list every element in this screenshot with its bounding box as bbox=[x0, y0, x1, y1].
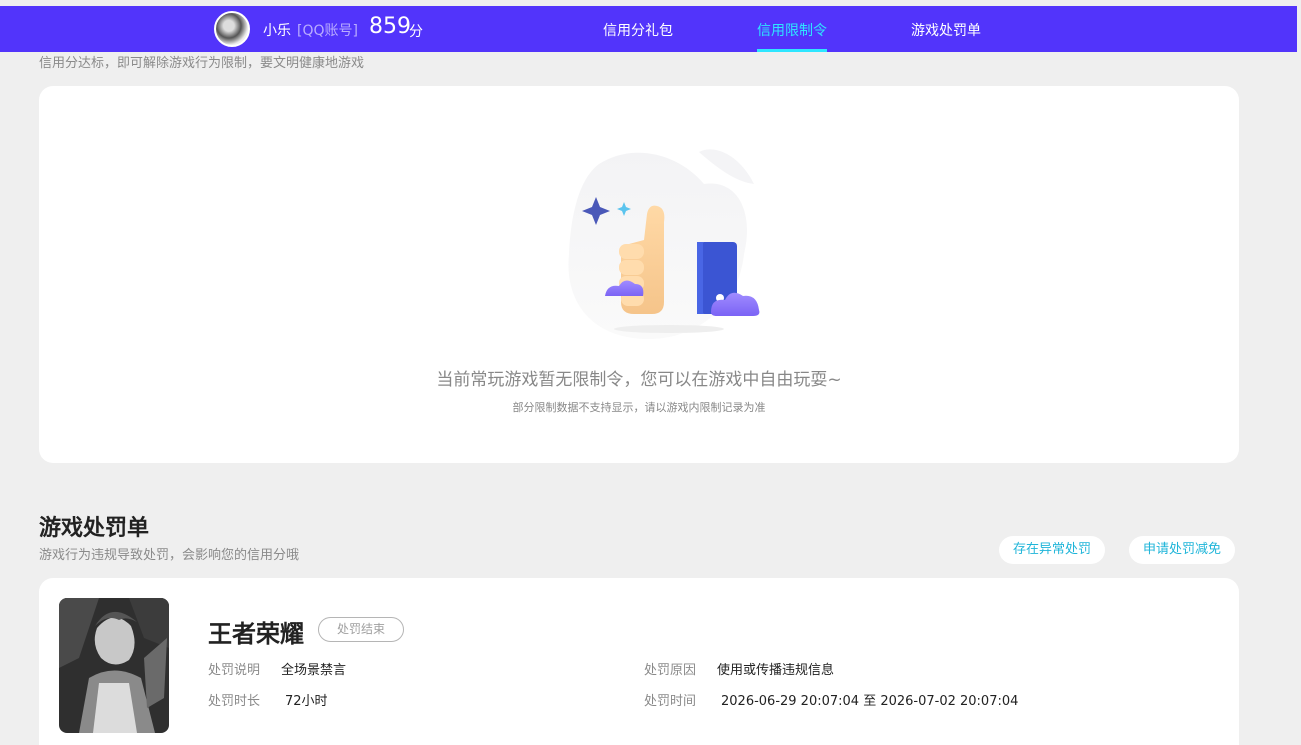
penalty-duration-value: 72小时 bbox=[285, 694, 328, 709]
penalty-section-subtitle: 游戏行为违规导致处罚，会影响您的信用分哦 bbox=[39, 548, 300, 563]
credit-score: 859 bbox=[369, 14, 411, 39]
tab-credit-restriction[interactable]: 信用限制令 bbox=[757, 20, 827, 40]
tab-credit-gift[interactable]: 信用分礼包 bbox=[603, 20, 673, 40]
avatar[interactable] bbox=[214, 11, 250, 47]
tab-game-penalty[interactable]: 游戏处罚单 bbox=[911, 20, 981, 40]
account-type: [QQ账号] bbox=[297, 23, 358, 39]
game-hero-image bbox=[59, 598, 169, 733]
penalty-time-value: 2026-06-29 20:07:04 至 2026-07-02 20:07:0… bbox=[721, 694, 1019, 709]
active-tab-indicator bbox=[757, 49, 827, 52]
penalty-section-title: 游戏处罚单 bbox=[39, 516, 150, 541]
penalty-reason-value: 使用或传播违规信息 bbox=[717, 663, 835, 678]
penalty-desc-label: 处罚说明 bbox=[208, 663, 261, 678]
restriction-subtitle: 信用分达标，即可解除游戏行为限制，要文明健康地游戏 bbox=[39, 56, 365, 71]
game-name: 王者荣耀 bbox=[208, 620, 304, 648]
penalty-status-badge: 处罚结束 bbox=[318, 617, 404, 642]
empty-restriction-note: 部分限制数据不支持显示，请以游戏内限制记录为准 bbox=[512, 401, 766, 414]
penalty-desc-value: 全场景禁言 bbox=[281, 663, 347, 678]
penalty-time-label: 处罚时间 bbox=[644, 694, 697, 709]
thumbs-up-illustration bbox=[568, 149, 760, 339]
penalty-card: 王者荣耀 处罚结束 处罚说明 全场景禁言 处罚原因 使用或传播违规信息 处罚时长… bbox=[39, 578, 1239, 745]
credit-score-unit: 分 bbox=[409, 24, 423, 40]
abnormal-penalty-button[interactable]: 存在异常处罚 bbox=[999, 536, 1106, 564]
appeal-penalty-button[interactable]: 申请处罚减免 bbox=[1129, 536, 1236, 564]
username: 小乐 bbox=[263, 23, 291, 39]
penalty-reason-label: 处罚原因 bbox=[644, 663, 697, 678]
empty-restriction-message: 当前常玩游戏暂无限制令，您可以在游戏中自由玩耍~ bbox=[436, 370, 842, 390]
penalty-duration-label: 处罚时长 bbox=[208, 694, 261, 709]
top-nav-bar: 小乐 [QQ账号] 859 分 信用分礼包 信用限制令 游戏处罚单 bbox=[0, 6, 1297, 52]
restriction-empty-card: 当前常玩游戏暂无限制令，您可以在游戏中自由玩耍~ 部分限制数据不支持显示，请以游… bbox=[39, 86, 1239, 463]
